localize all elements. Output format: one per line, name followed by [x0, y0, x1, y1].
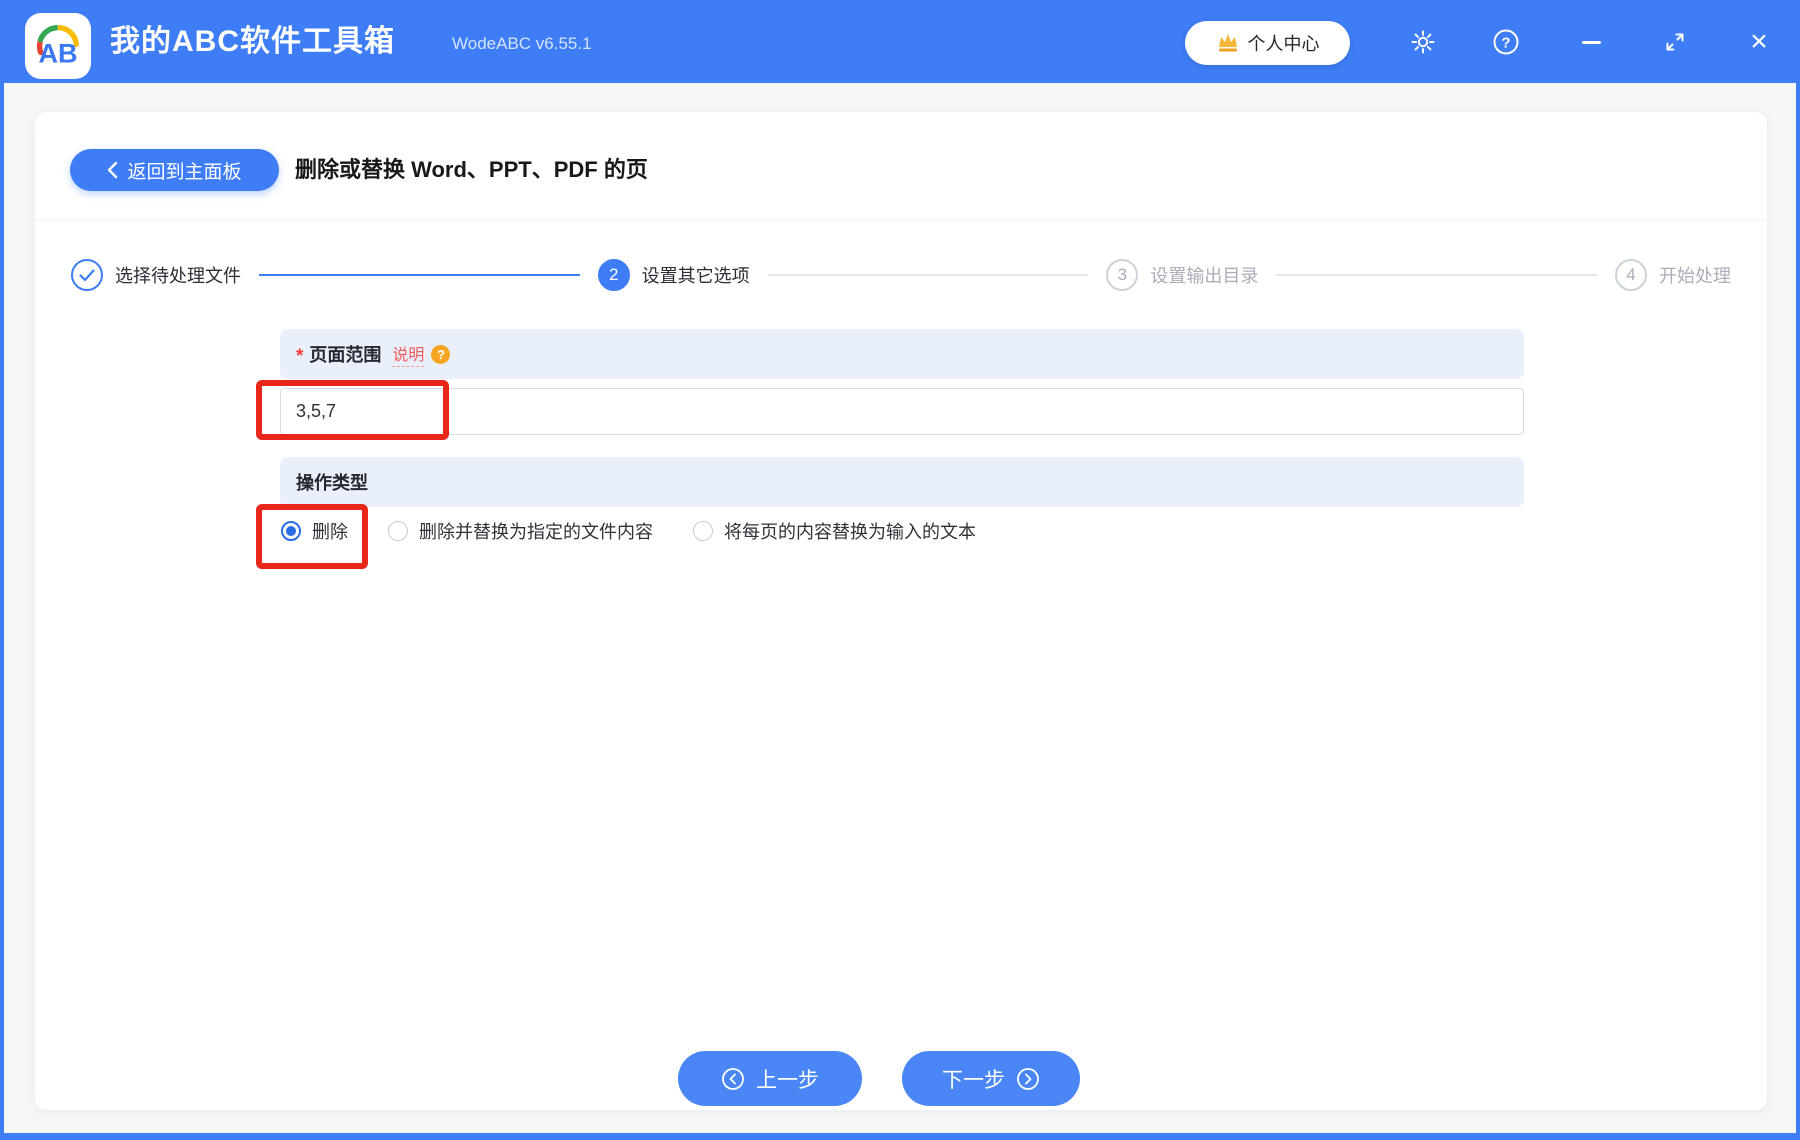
step-1-label: 选择待处理文件 — [115, 266, 241, 286]
minimize-button[interactable] — [1571, 22, 1611, 62]
previous-step-button[interactable]: 上一步 — [678, 1051, 862, 1106]
maximize-button[interactable] — [1655, 22, 1695, 62]
next-step-label: 下一步 — [942, 1068, 1005, 1092]
minimize-icon — [1581, 40, 1601, 44]
question-badge-icon[interactable]: ? — [431, 344, 451, 364]
page-range-input[interactable] — [280, 388, 1524, 435]
app-title: 我的ABC软件工具箱 — [110, 25, 395, 58]
crown-icon — [1218, 34, 1237, 52]
step-4: 4 开始处理 — [1615, 259, 1731, 291]
radio-option-replace-with-text[interactable]: 将每页的内容替换为输入的文本 — [693, 518, 976, 544]
step-connector — [1276, 274, 1598, 276]
operation-type-label: 操作类型 — [296, 473, 368, 493]
step-connector — [767, 274, 1089, 276]
step-1: 选择待处理文件 — [71, 259, 241, 291]
radio-option-delete-replace-file[interactable]: 删除并替换为指定的文件内容 — [388, 518, 653, 544]
operation-type-options: 删除 删除并替换为指定的文件内容 将每页的内容替换为输入的文本 — [281, 514, 976, 548]
operation-type-section-header: 操作类型 — [280, 457, 1524, 507]
radio-circle[interactable] — [281, 521, 301, 541]
back-to-main-panel-button[interactable]: 返回到主面板 — [70, 149, 279, 191]
page-title: 删除或替换 Word、PPT、PDF 的页 — [295, 157, 648, 182]
app-version: WodeABC v6.55.1 — [452, 34, 592, 53]
step-3-circle: 3 — [1106, 259, 1139, 291]
next-step-button[interactable]: 下一步 — [902, 1051, 1080, 1106]
page-range-help-link[interactable]: 说明 — [392, 341, 425, 367]
app-logo-icon: AB — [25, 13, 91, 79]
svg-text:?: ? — [1501, 35, 1510, 52]
settings-gear-icon[interactable] — [1403, 22, 1443, 62]
radio-label: 将每页的内容替换为输入的文本 — [724, 522, 976, 542]
radio-option-delete[interactable]: 删除 — [281, 518, 348, 544]
svg-text:AB: AB — [38, 37, 77, 68]
step-4-circle: 4 — [1615, 259, 1648, 291]
step-1-circle — [71, 259, 103, 291]
previous-step-label: 上一步 — [756, 1068, 819, 1092]
circle-chevron-right-icon — [1017, 1067, 1039, 1090]
personal-center-button[interactable]: 个人中心 — [1185, 21, 1350, 65]
page-range-label: 页面范围 — [309, 345, 382, 365]
wizard-stepper: 选择待处理文件 2 设置其它选项 3 设置输出目录 4 开始处理 — [71, 258, 1731, 292]
help-icon[interactable]: ? — [1486, 22, 1526, 62]
circle-chevron-left-icon — [722, 1067, 744, 1090]
page-range-section-header: * 页面范围 说明 ? — [280, 329, 1524, 379]
titlebar: AB 我的ABC软件工具箱 WodeABC v6.55.1 个人中心 ? × — [0, 0, 1800, 83]
expand-arrows-icon — [1666, 33, 1684, 51]
required-mark: * — [296, 345, 304, 367]
step-2-label: 设置其它选项 — [641, 266, 750, 286]
close-icon: × — [1750, 25, 1768, 58]
step-3-label: 设置输出目录 — [1150, 266, 1259, 286]
personal-center-label: 个人中心 — [1247, 34, 1320, 54]
step-2-circle: 2 — [597, 259, 630, 291]
header-divider — [35, 219, 1767, 220]
step-2: 2 设置其它选项 — [597, 259, 750, 291]
step-3: 3 设置输出目录 — [1106, 259, 1258, 291]
step-4-label: 开始处理 — [1659, 266, 1732, 286]
radio-circle[interactable] — [693, 521, 713, 541]
step-connector — [259, 274, 580, 276]
check-icon — [79, 268, 95, 281]
close-button[interactable]: × — [1739, 22, 1779, 62]
radio-label: 删除 — [312, 522, 348, 542]
radio-label: 删除并替换为指定的文件内容 — [419, 522, 653, 542]
back-button-label: 返回到主面板 — [127, 161, 242, 183]
chevron-left-icon — [108, 161, 118, 179]
radio-circle[interactable] — [388, 521, 408, 541]
main-card: 返回到主面板 删除或替换 Word、PPT、PDF 的页 选择待处理文件 2 设… — [34, 111, 1768, 1111]
